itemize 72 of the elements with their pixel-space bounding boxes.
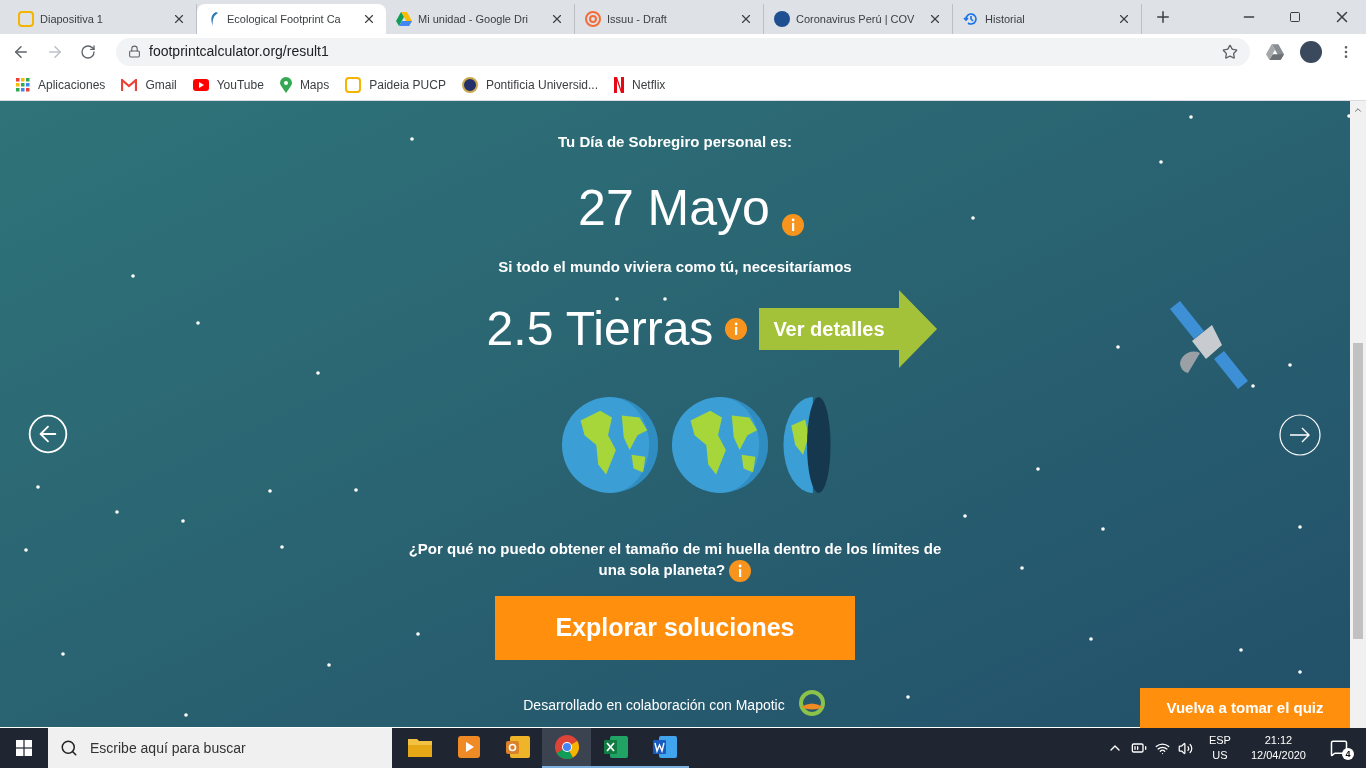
mail-app-icon <box>505 736 530 758</box>
bookmark-link[interactable]: Paideia PUCP <box>345 75 446 94</box>
tab-title: Diapositiva 1 <box>40 12 103 25</box>
scrollbar[interactable] <box>1350 101 1366 728</box>
mail-icon <box>121 78 138 91</box>
lock-icon <box>128 45 141 58</box>
tab-title: Historial <box>985 12 1025 25</box>
bookmark-link[interactable]: Maps <box>279 75 330 94</box>
wifi-icon[interactable] <box>1154 740 1170 756</box>
scrollbar-thumb[interactable] <box>1353 343 1363 639</box>
play-icon <box>192 78 209 91</box>
question-text: ¿Por qué no puedo obtener el tamaño de mi huella dentro de los límites de una sola planeta? <box>405 538 945 583</box>
reload-icon[interactable] <box>80 43 96 60</box>
earths-count: 2.5 Tierras <box>486 301 714 357</box>
url-text: footprintcalculator.org/result1 <box>149 42 330 61</box>
netflix-logo-icon <box>614 76 624 93</box>
browser-tab[interactable]: Ecological Footprint Ca <box>197 4 386 34</box>
seal-icon <box>461 76 478 93</box>
clock[interactable]: 21:12 12/04/2020 <box>1250 733 1306 763</box>
bookmark-link[interactable]: Gmail <box>121 75 177 94</box>
info-icon[interactable] <box>729 560 752 583</box>
close-icon[interactable] <box>1117 12 1131 26</box>
info-icon[interactable] <box>781 213 804 236</box>
close-icon[interactable] <box>172 12 186 26</box>
bookmark-link[interactable]: Aplicaciones <box>16 75 106 94</box>
search-placeholder: Escribe aquí para buscar <box>90 738 246 758</box>
bookmark-link[interactable]: YouTube <box>192 75 264 94</box>
windows-start-icon[interactable] <box>16 740 32 756</box>
apps-grid-icon <box>16 77 30 92</box>
battery-icon[interactable] <box>1130 740 1147 756</box>
scroll-up-icon[interactable] <box>1353 105 1363 115</box>
browser-icon <box>554 735 579 759</box>
overshoot-heading: Tu Día de Sobregiro personal es: <box>558 132 792 152</box>
overshoot-date: 27 Mayo <box>578 179 770 236</box>
profile-avatar[interactable] <box>1300 40 1322 63</box>
language-indicator[interactable]: ESP US <box>1208 733 1231 763</box>
spreadsheet-app-icon <box>603 736 628 758</box>
history-icon <box>963 11 979 27</box>
drive-icon <box>396 12 412 26</box>
close-icon[interactable] <box>928 12 942 26</box>
tab-title: Coronavirus Perú | COV <box>796 12 915 25</box>
address-field[interactable]: footprintcalculator.org/result1 <box>116 37 1250 66</box>
restore-icon[interactable] <box>1289 11 1301 23</box>
folder-icon <box>407 737 432 757</box>
search-icon <box>60 739 78 757</box>
media-player-icon <box>457 736 480 758</box>
info-icon[interactable] <box>725 318 748 340</box>
close-icon[interactable] <box>362 12 376 26</box>
map-pin-icon <box>279 76 292 93</box>
tab-title: Ecological Footprint Ca <box>227 12 341 25</box>
close-icon[interactable] <box>550 12 564 26</box>
slides-icon <box>345 76 362 93</box>
previous-arrow-button[interactable] <box>26 412 70 456</box>
tab-title: Mi unidad - Google Dri <box>418 12 529 25</box>
site-logo-icon <box>774 11 790 27</box>
target-icon <box>585 11 601 27</box>
notification-count: 4 <box>1342 748 1354 760</box>
bookmark-link[interactable]: Pontificia Universid... <box>461 75 598 94</box>
tab-title: Issuu - Draft <box>607 12 667 25</box>
bookmark-star-icon[interactable] <box>1222 43 1238 60</box>
document-app-icon <box>652 736 677 758</box>
taskbar-search-field[interactable]: Escribe aquí para buscar <box>48 728 392 768</box>
taskbar-app[interactable] <box>542 728 591 768</box>
credit-text: Desarrollado en colaboración con Mapotic <box>523 695 785 715</box>
new-tab-icon[interactable] <box>1154 8 1172 26</box>
close-icon[interactable] <box>739 12 753 26</box>
slides-icon <box>18 11 34 27</box>
earths-intro: Si todo el mundo viviera como tú, necesitaríamos <box>498 256 852 277</box>
volume-icon[interactable] <box>1177 740 1193 756</box>
bookmark-link[interactable]: Netflix <box>614 75 666 94</box>
next-arrow-button[interactable] <box>1279 414 1321 456</box>
drive-extension-icon[interactable] <box>1266 43 1284 60</box>
